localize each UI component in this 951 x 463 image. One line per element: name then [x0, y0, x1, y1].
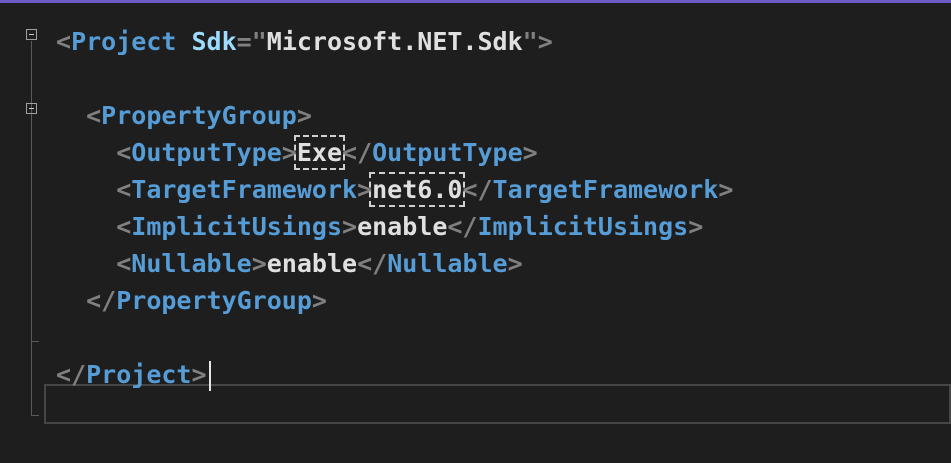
code-token: >: [522, 138, 538, 167]
code-token: </: [56, 360, 87, 389]
editor-gutter: [0, 3, 48, 463]
code-token: </: [357, 249, 388, 278]
code-token: >: [296, 101, 312, 130]
code-line[interactable]: </Project>: [56, 356, 733, 393]
code-token: TargetFramework: [492, 175, 719, 204]
code-token: >: [191, 360, 207, 389]
code-token: >: [507, 249, 523, 278]
code-token: Project: [86, 360, 192, 389]
code-line[interactable]: <TargetFramework>net6.0</TargetFramework…: [56, 171, 733, 208]
collapse-icon[interactable]: [26, 29, 37, 40]
code-line[interactable]: [56, 319, 733, 356]
code-token: OutputType: [131, 138, 282, 167]
code-line[interactable]: <Nullable>enable</Nullable>: [56, 245, 733, 282]
code-line[interactable]: </PropertyGroup>: [56, 282, 733, 319]
code-token: TargetFramework: [131, 175, 358, 204]
code-token: Nullable: [387, 249, 508, 278]
code-token: ": [251, 27, 267, 56]
code-token: >: [688, 212, 704, 241]
fold-end-marker: [31, 415, 39, 416]
code-token: <: [86, 101, 102, 130]
code-token: <: [116, 138, 132, 167]
code-token: >: [718, 175, 734, 204]
code-token: >: [357, 175, 373, 204]
code-token: PropertyGroup: [101, 101, 297, 130]
fold-end-marker: [31, 341, 39, 342]
code-token: ": [522, 27, 538, 56]
code-token: enable: [357, 212, 448, 241]
code-token: PropertyGroup: [116, 286, 312, 315]
code-token: </: [342, 138, 373, 167]
code-token: <: [116, 249, 132, 278]
code-token: Microsoft.NET.Sdk: [266, 27, 523, 56]
code-token: >: [342, 212, 358, 241]
code-token: >: [251, 249, 267, 278]
code-token: ImplicitUsings: [477, 212, 689, 241]
code-token: </: [447, 212, 478, 241]
code-token: </: [462, 175, 493, 204]
code-token: enable: [266, 249, 358, 278]
code-token: Sdk: [191, 27, 237, 56]
code-token: <: [116, 175, 132, 204]
code-line[interactable]: <PropertyGroup>: [56, 97, 733, 134]
code-line[interactable]: [56, 60, 733, 97]
text-caret: [208, 361, 211, 391]
code-token: ImplicitUsings: [131, 212, 342, 241]
fold-guide: [31, 41, 32, 415]
code-editor[interactable]: <Project Sdk="Microsoft.NET.Sdk"> <Prope…: [0, 0, 951, 463]
code-token: OutputType: [372, 138, 523, 167]
code-token: >: [281, 138, 297, 167]
code-token: =: [236, 27, 252, 56]
code-token: >: [311, 286, 327, 315]
code-token: <: [116, 212, 132, 241]
highlighted-value: net6.0: [369, 172, 466, 207]
code-line[interactable]: <OutputType>Exe</OutputType>: [56, 134, 733, 171]
code-token: <: [56, 27, 72, 56]
code-line[interactable]: <Project Sdk="Microsoft.NET.Sdk">: [56, 23, 733, 60]
code-token: </: [86, 286, 117, 315]
code-token: Nullable: [131, 249, 252, 278]
code-token: >: [537, 27, 553, 56]
highlighted-value: Exe: [293, 135, 346, 170]
code-lines: <Project Sdk="Microsoft.NET.Sdk"> <Prope…: [56, 23, 733, 393]
code-line[interactable]: <ImplicitUsings>enable</ImplicitUsings>: [56, 208, 733, 245]
code-token: Project: [71, 27, 177, 56]
collapse-icon[interactable]: [26, 103, 37, 114]
